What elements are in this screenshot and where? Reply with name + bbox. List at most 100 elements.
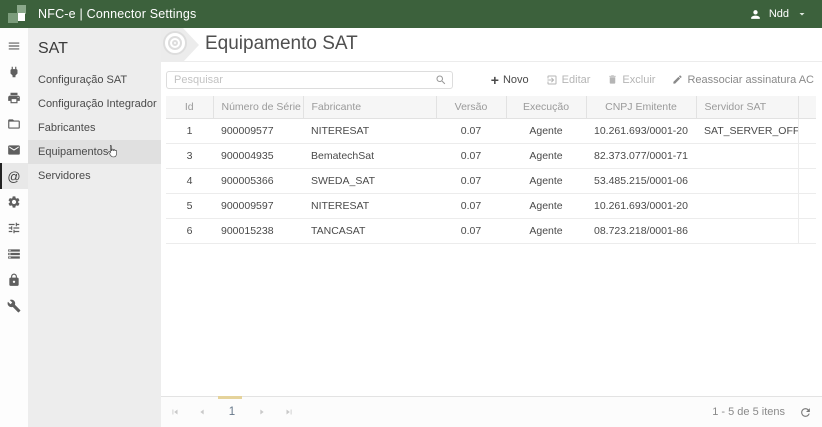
sidebar-item-label: Equipamentos: [38, 146, 108, 158]
chevron-down-icon: [796, 8, 808, 20]
reassociar-assinatura-button[interactable]: Reassociar assinatura AC: [672, 74, 814, 86]
search-box: [166, 70, 453, 89]
column-header-fabricante[interactable]: Fabricante: [303, 96, 436, 118]
gear-icon[interactable]: [0, 189, 28, 215]
column-header-versao[interactable]: Versão: [436, 96, 506, 118]
next-page-button[interactable]: [255, 403, 269, 421]
cell-fabricante: TANCASAT: [303, 218, 436, 243]
excluir-label: Excluir: [622, 74, 655, 86]
current-page-indicator: [218, 396, 242, 399]
cell-servidor-sat: [696, 218, 798, 243]
cell-execucao: Agente: [506, 193, 586, 218]
sidebar-item-servidores[interactable]: Servidores: [28, 164, 161, 188]
page-header: Equipamento SAT: [161, 28, 822, 62]
previous-page-button[interactable]: [195, 403, 209, 421]
column-header-execucao[interactable]: Execução: [506, 96, 586, 118]
cell-fabricante: SWEDA_SAT: [303, 168, 436, 193]
editar-button[interactable]: Editar: [546, 74, 591, 86]
cell-execucao: Agente: [506, 143, 586, 168]
cell-versao: 0.07: [436, 118, 506, 143]
cell-spacer: [798, 168, 816, 193]
grid-toolbar: + Novo Editar Excluir: [491, 74, 816, 86]
user-menu[interactable]: Ndd: [749, 8, 822, 21]
printer-icon[interactable]: [0, 85, 28, 111]
cell-cnpj: 10.261.693/0001-20: [586, 193, 696, 218]
last-page-button[interactable]: [282, 403, 296, 421]
first-page-button[interactable]: [168, 403, 182, 421]
novo-label: Novo: [503, 74, 529, 86]
icon-rail: @: [0, 28, 28, 427]
cell-spacer: [798, 143, 816, 168]
cell-spacer: [798, 218, 816, 243]
sidebar-item-configuracao-integrador[interactable]: Configuração Integrador: [28, 92, 161, 116]
cell-fabricante: BematechSat: [303, 143, 436, 168]
page-number[interactable]: 1: [222, 406, 242, 418]
top-bar: NFC-e | Connector Settings Ndd: [0, 0, 822, 28]
novo-button[interactable]: + Novo: [491, 74, 529, 86]
sidebar: SAT Configuração SAT Configuração Integr…: [28, 28, 161, 427]
cell-versao: 0.07: [436, 168, 506, 193]
column-header-cnpj-emitente[interactable]: CNPJ Emitente: [586, 96, 696, 118]
cell-id: 6: [166, 218, 213, 243]
cell-cnpj: 10.261.693/0001-20: [586, 118, 696, 143]
page-title: Equipamento SAT: [205, 33, 358, 55]
plug-icon[interactable]: [0, 59, 28, 85]
items-summary: 1 - 5 de 5 itens: [712, 406, 785, 418]
main-panel: Equipamento SAT + Novo: [161, 28, 822, 427]
cell-id: 5: [166, 193, 213, 218]
sidebar-title: SAT: [28, 28, 161, 68]
server-icon[interactable]: [0, 241, 28, 267]
table-header-row: Id Número de Série Fabricante Versão Exe…: [166, 96, 816, 118]
cell-fabricante: NITERESAT: [303, 118, 436, 143]
column-header-numero-serie[interactable]: Número de Série: [213, 96, 303, 118]
search-icon: [435, 73, 447, 91]
cell-servidor-sat: SAT_SERVER_OFF: [696, 118, 798, 143]
cell-versao: 0.07: [436, 218, 506, 243]
mail-icon[interactable]: [0, 137, 28, 163]
sidebar-item-configuracao-sat[interactable]: Configuração SAT: [28, 68, 161, 92]
cell-execucao: Agente: [506, 118, 586, 143]
user-icon: [749, 8, 762, 21]
cell-versao: 0.07: [436, 143, 506, 168]
search-input[interactable]: [166, 71, 453, 89]
table-row[interactable]: 4 900005366 SWEDA_SAT 0.07 Agente 53.485…: [166, 168, 816, 193]
folder-open-icon[interactable]: [0, 111, 28, 137]
column-header-spacer: [798, 96, 816, 118]
sidebar-item-fabricantes[interactable]: Fabricantes: [28, 116, 161, 140]
refresh-button[interactable]: [799, 406, 812, 419]
sidebar-item-equipamentos[interactable]: Equipamentos: [28, 140, 161, 164]
cell-numero-serie: 900009577: [213, 118, 303, 143]
plus-icon: +: [491, 75, 499, 85]
editar-label: Editar: [562, 74, 591, 86]
cell-versao: 0.07: [436, 193, 506, 218]
sliders-icon[interactable]: [0, 215, 28, 241]
cell-cnpj: 82.373.077/0001-71: [586, 143, 696, 168]
target-decoration-icon: [161, 28, 209, 62]
column-header-id[interactable]: Id: [166, 96, 213, 118]
cell-fabricante: NITERESAT: [303, 193, 436, 218]
hamburger-menu-icon[interactable]: [0, 33, 28, 59]
cell-execucao: Agente: [506, 168, 586, 193]
user-name: Ndd: [769, 8, 789, 20]
trash-icon: [607, 74, 618, 85]
edit-arrow-icon: [546, 74, 558, 86]
table-row[interactable]: 6 900015238 TANCASAT 0.07 Agente 08.723.…: [166, 218, 816, 243]
cell-servidor-sat: [696, 193, 798, 218]
cell-numero-serie: 900009597: [213, 193, 303, 218]
wrench-icon[interactable]: [0, 293, 28, 319]
equipment-table: Id Número de Série Fabricante Versão Exe…: [166, 96, 816, 244]
at-sign-icon[interactable]: @: [0, 163, 28, 189]
lock-icon[interactable]: [0, 267, 28, 293]
cell-spacer: [798, 118, 816, 143]
cell-cnpj: 08.723.218/0001-86: [586, 218, 696, 243]
app-title: NFC-e | Connector Settings: [38, 7, 197, 21]
table-row[interactable]: 5 900009597 NITERESAT 0.07 Agente 10.261…: [166, 193, 816, 218]
table-row[interactable]: 1 900009577 NITERESAT 0.07 Agente 10.261…: [166, 118, 816, 143]
column-header-servidor-sat[interactable]: Servidor SAT: [696, 96, 798, 118]
cell-id: 4: [166, 168, 213, 193]
cell-numero-serie: 900005366: [213, 168, 303, 193]
pencil-icon: [672, 74, 683, 85]
cell-id: 3: [166, 143, 213, 168]
excluir-button[interactable]: Excluir: [607, 74, 655, 86]
table-row[interactable]: 3 900004935 BematechSat 0.07 Agente 82.3…: [166, 143, 816, 168]
